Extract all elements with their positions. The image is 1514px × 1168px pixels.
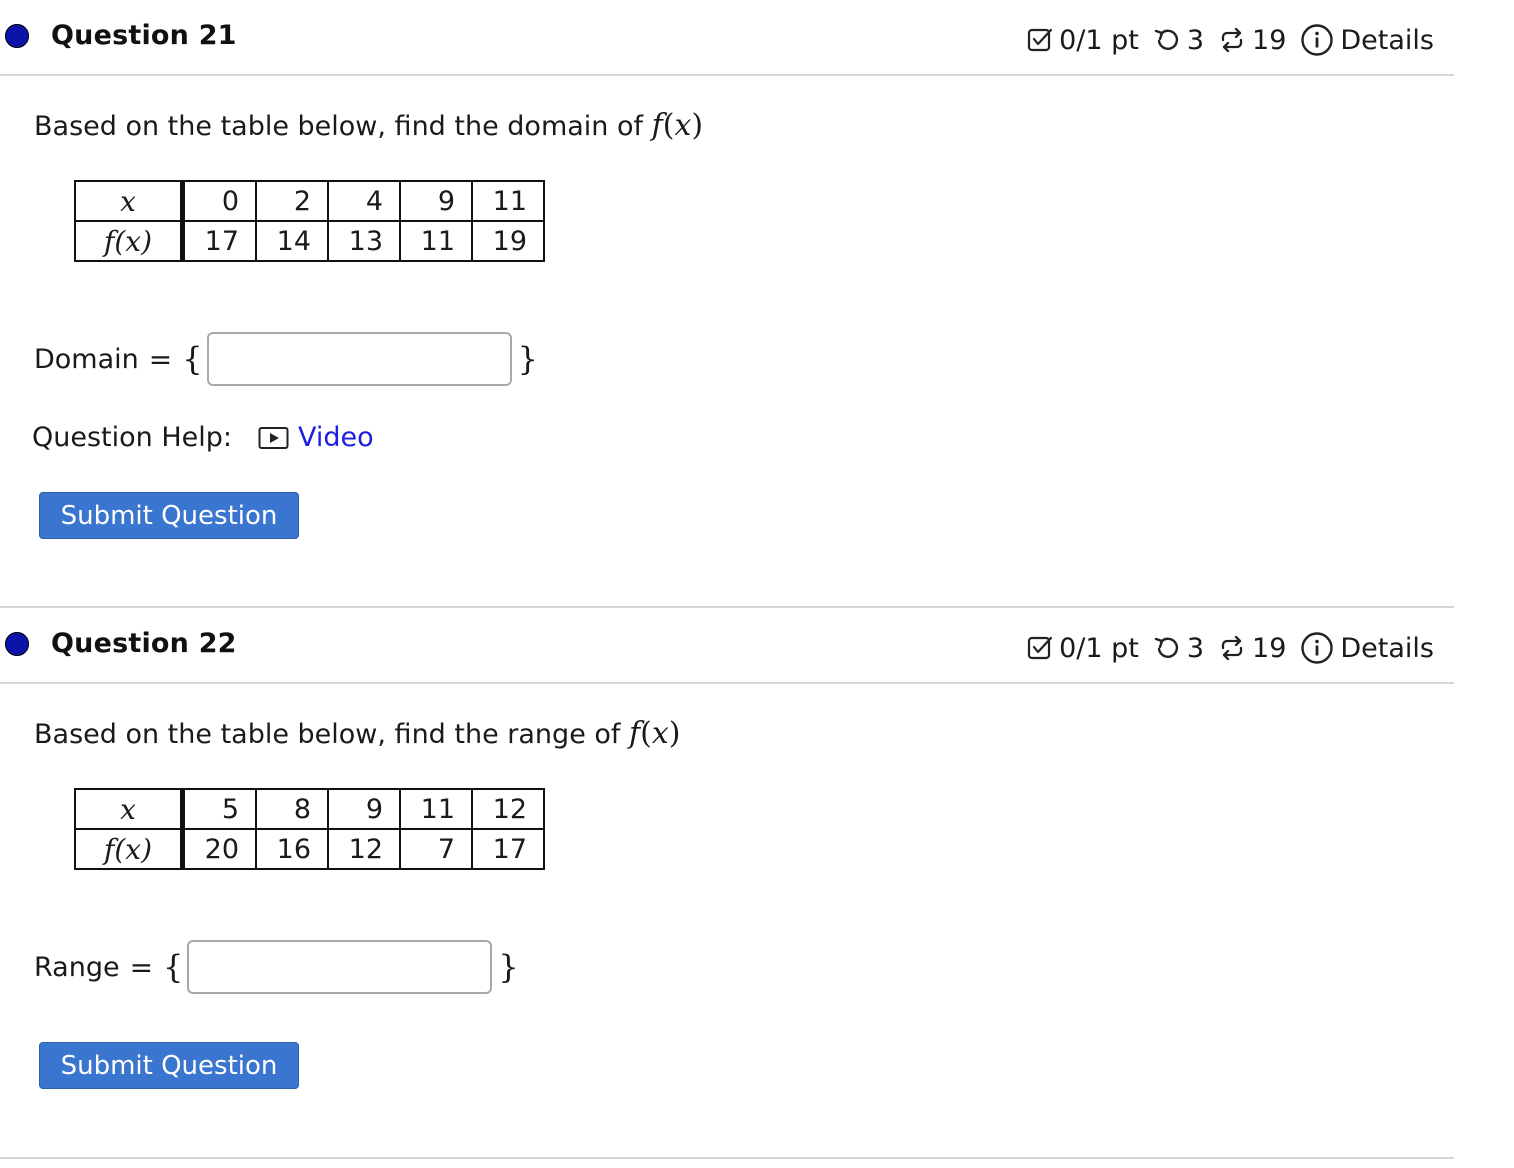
table-cell: 5 (181, 788, 257, 830)
details-label: Details (1340, 632, 1434, 664)
score-text: 0/1 pt (1059, 24, 1139, 56)
question-meta: 0/1 pt 3 19 Details (1027, 20, 1434, 60)
question-divider (0, 1157, 1454, 1159)
attempts-text: 19 (1252, 632, 1287, 664)
close-brace: } (498, 948, 519, 986)
video-link-label: Video (298, 422, 374, 453)
values-table: x 0 2 4 9 11 f(x) 17 14 13 11 19 (74, 180, 545, 262)
table-cell: 2 (255, 180, 329, 222)
fx-label: f(x) (74, 220, 185, 262)
attempts-group: 19 (1218, 633, 1286, 664)
table-row: f(x) 17 14 13 11 19 (74, 220, 545, 262)
question-title: Question 22 (51, 628, 237, 659)
values-table: x 5 8 9 11 12 f(x) 20 16 12 7 17 (74, 788, 545, 870)
table-cell: 9 (327, 788, 401, 830)
details-button[interactable]: Details (1300, 631, 1434, 665)
equals-sign: = (129, 950, 154, 984)
table-row: x 0 2 4 9 11 (74, 180, 545, 222)
open-brace: { (163, 948, 184, 986)
open-brace: { (182, 340, 203, 378)
attempts-icon (1221, 27, 1243, 53)
attempts-group: 19 (1218, 25, 1286, 56)
question-header: Question 21 0/1 pt 3 19 Details (0, 0, 1454, 76)
range-answer-row: Range = { } (34, 940, 519, 994)
table-cell: 11 (471, 180, 545, 222)
status-dot-icon (5, 632, 29, 656)
question-prompt: Based on the table below, find the domai… (34, 108, 703, 143)
score-group: 0/1 pt (1027, 633, 1139, 664)
score-group: 0/1 pt (1027, 25, 1139, 56)
checkbox-icon (1027, 28, 1053, 52)
prompt-text: Based on the table below, find the range… (34, 719, 621, 750)
retries-group: 3 (1153, 633, 1204, 664)
status-dot-icon (5, 24, 29, 48)
equals-sign: = (148, 342, 173, 376)
retries-text: 3 (1186, 632, 1205, 664)
table-cell: 14 (255, 220, 329, 262)
range-input[interactable] (187, 940, 493, 994)
fx-label: f(x) (74, 828, 185, 870)
table-cell: 17 (181, 220, 257, 262)
close-brace: } (517, 340, 538, 378)
question-header: Question 22 0/1 pt 3 19 Details (0, 608, 1454, 684)
table-row: x 5 8 9 11 12 (74, 788, 545, 830)
prompt-text: Based on the table below, find the domai… (34, 111, 644, 142)
math-paren-open: ( (640, 716, 652, 751)
x-label: x (74, 788, 185, 830)
question-title: Question 21 (51, 20, 237, 51)
function-name: f (629, 716, 641, 751)
retry-icon (1154, 637, 1178, 658)
function-variable: x (674, 108, 692, 143)
table-cell: 20 (181, 828, 257, 870)
video-link[interactable]: Video (258, 422, 374, 453)
video-icon (258, 426, 289, 449)
math-paren-close: ) (668, 716, 681, 751)
submit-question-button[interactable]: Submit Question (39, 492, 299, 539)
retries-text: 3 (1186, 24, 1205, 56)
question-21: Question 21 0/1 pt 3 19 Details Based on… (0, 0, 1454, 539)
question-help-row: Question Help: Video (32, 422, 374, 453)
checkbox-icon (1027, 636, 1053, 660)
question-prompt: Based on the table below, find the range… (34, 716, 680, 751)
x-label: x (74, 180, 185, 222)
question-22: Question 22 0/1 pt 3 19 Details Based on… (0, 608, 1454, 1089)
domain-input[interactable] (206, 332, 512, 386)
info-icon (1301, 24, 1334, 56)
retries-group: 3 (1153, 25, 1204, 56)
details-button[interactable]: Details (1300, 23, 1434, 57)
table-cell: 17 (471, 828, 545, 870)
table-cell: 9 (399, 180, 473, 222)
answer-label: Domain (34, 343, 139, 375)
table-row: f(x) 20 16 12 7 17 (74, 828, 545, 870)
retry-icon (1154, 29, 1178, 50)
details-label: Details (1340, 24, 1434, 56)
math-paren-open: ( (662, 108, 675, 143)
table-cell: 7 (399, 828, 473, 870)
table-cell: 13 (327, 220, 401, 262)
question-meta: 0/1 pt 3 19 Details (1027, 628, 1434, 668)
answer-label: Range (34, 951, 120, 983)
table-cell: 12 (327, 828, 401, 870)
math-paren-close: ) (691, 108, 704, 143)
function-name: f (651, 108, 663, 143)
table-cell: 19 (471, 220, 545, 262)
table-cell: 11 (399, 788, 473, 830)
table-cell: 11 (399, 220, 473, 262)
score-text: 0/1 pt (1059, 632, 1139, 664)
domain-answer-row: Domain = { } (34, 332, 538, 386)
help-label: Question Help: (32, 422, 232, 453)
submit-question-button[interactable]: Submit Question (39, 1042, 299, 1089)
table-cell: 16 (255, 828, 329, 870)
attempts-text: 19 (1252, 24, 1287, 56)
table-cell: 4 (327, 180, 401, 222)
table-cell: 12 (471, 788, 545, 830)
info-icon (1301, 632, 1334, 664)
table-cell: 8 (255, 788, 329, 830)
table-cell: 0 (181, 180, 257, 222)
function-variable: x (651, 716, 669, 751)
attempts-icon (1221, 635, 1243, 661)
